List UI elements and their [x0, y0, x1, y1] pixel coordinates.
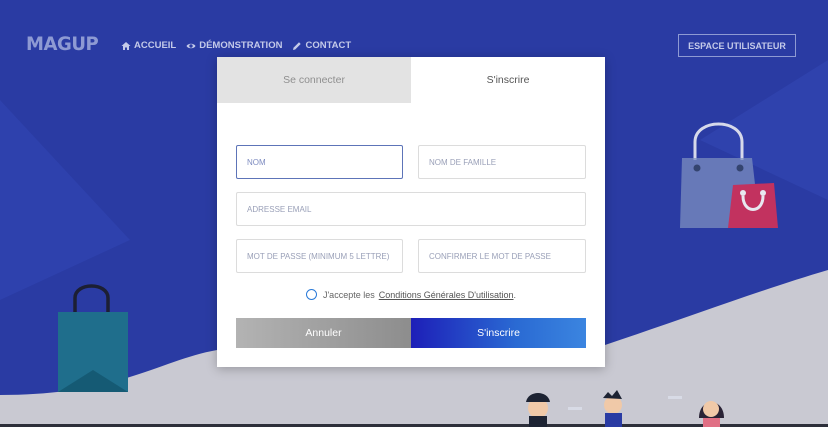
- terms-link[interactable]: Conditions Générales D'utilisation: [379, 290, 514, 300]
- tab-login[interactable]: Se connecter: [217, 57, 411, 103]
- terms-suffix: .: [513, 289, 517, 300]
- nav-contact-label: CONTACT: [305, 40, 352, 51]
- email-field[interactable]: [236, 192, 586, 226]
- eye-icon: [186, 43, 196, 48]
- logo[interactable]: MAGUP: [26, 33, 99, 55]
- nav-demo-label: DÉMONSTRATION: [199, 40, 283, 51]
- password-field[interactable]: [236, 239, 403, 273]
- main-nav: ACCUEIL DÉMONSTRATION CONTACT: [121, 40, 351, 51]
- last-name-field[interactable]: [418, 145, 586, 179]
- terms-prefix: J'accepte les: [322, 289, 375, 300]
- submit-button[interactable]: S'inscrire: [411, 318, 586, 348]
- cancel-button[interactable]: Annuler: [236, 318, 411, 348]
- nav-home-label: ACCUEIL: [134, 40, 177, 51]
- modal-tabs: Se connecter S'inscrire: [217, 57, 605, 103]
- nav-home[interactable]: ACCUEIL: [121, 40, 176, 51]
- user-space-button[interactable]: ESPACE UTILISATEUR: [678, 34, 796, 57]
- tab-register[interactable]: S'inscrire: [411, 57, 605, 103]
- confirm-password-field[interactable]: [418, 239, 586, 273]
- nav-contact[interactable]: CONTACT: [292, 40, 351, 51]
- home-icon: [121, 41, 131, 50]
- signup-modal: Se connecter S'inscrire J'accepte les Co…: [217, 57, 605, 367]
- pencil-icon: [293, 41, 302, 50]
- terms-row: J'accepte les Conditions Générales D'uti…: [217, 289, 605, 300]
- terms-radio[interactable]: [305, 289, 317, 300]
- nav-demo[interactable]: DÉMONSTRATION: [186, 40, 282, 51]
- first-name-field[interactable]: [236, 145, 403, 179]
